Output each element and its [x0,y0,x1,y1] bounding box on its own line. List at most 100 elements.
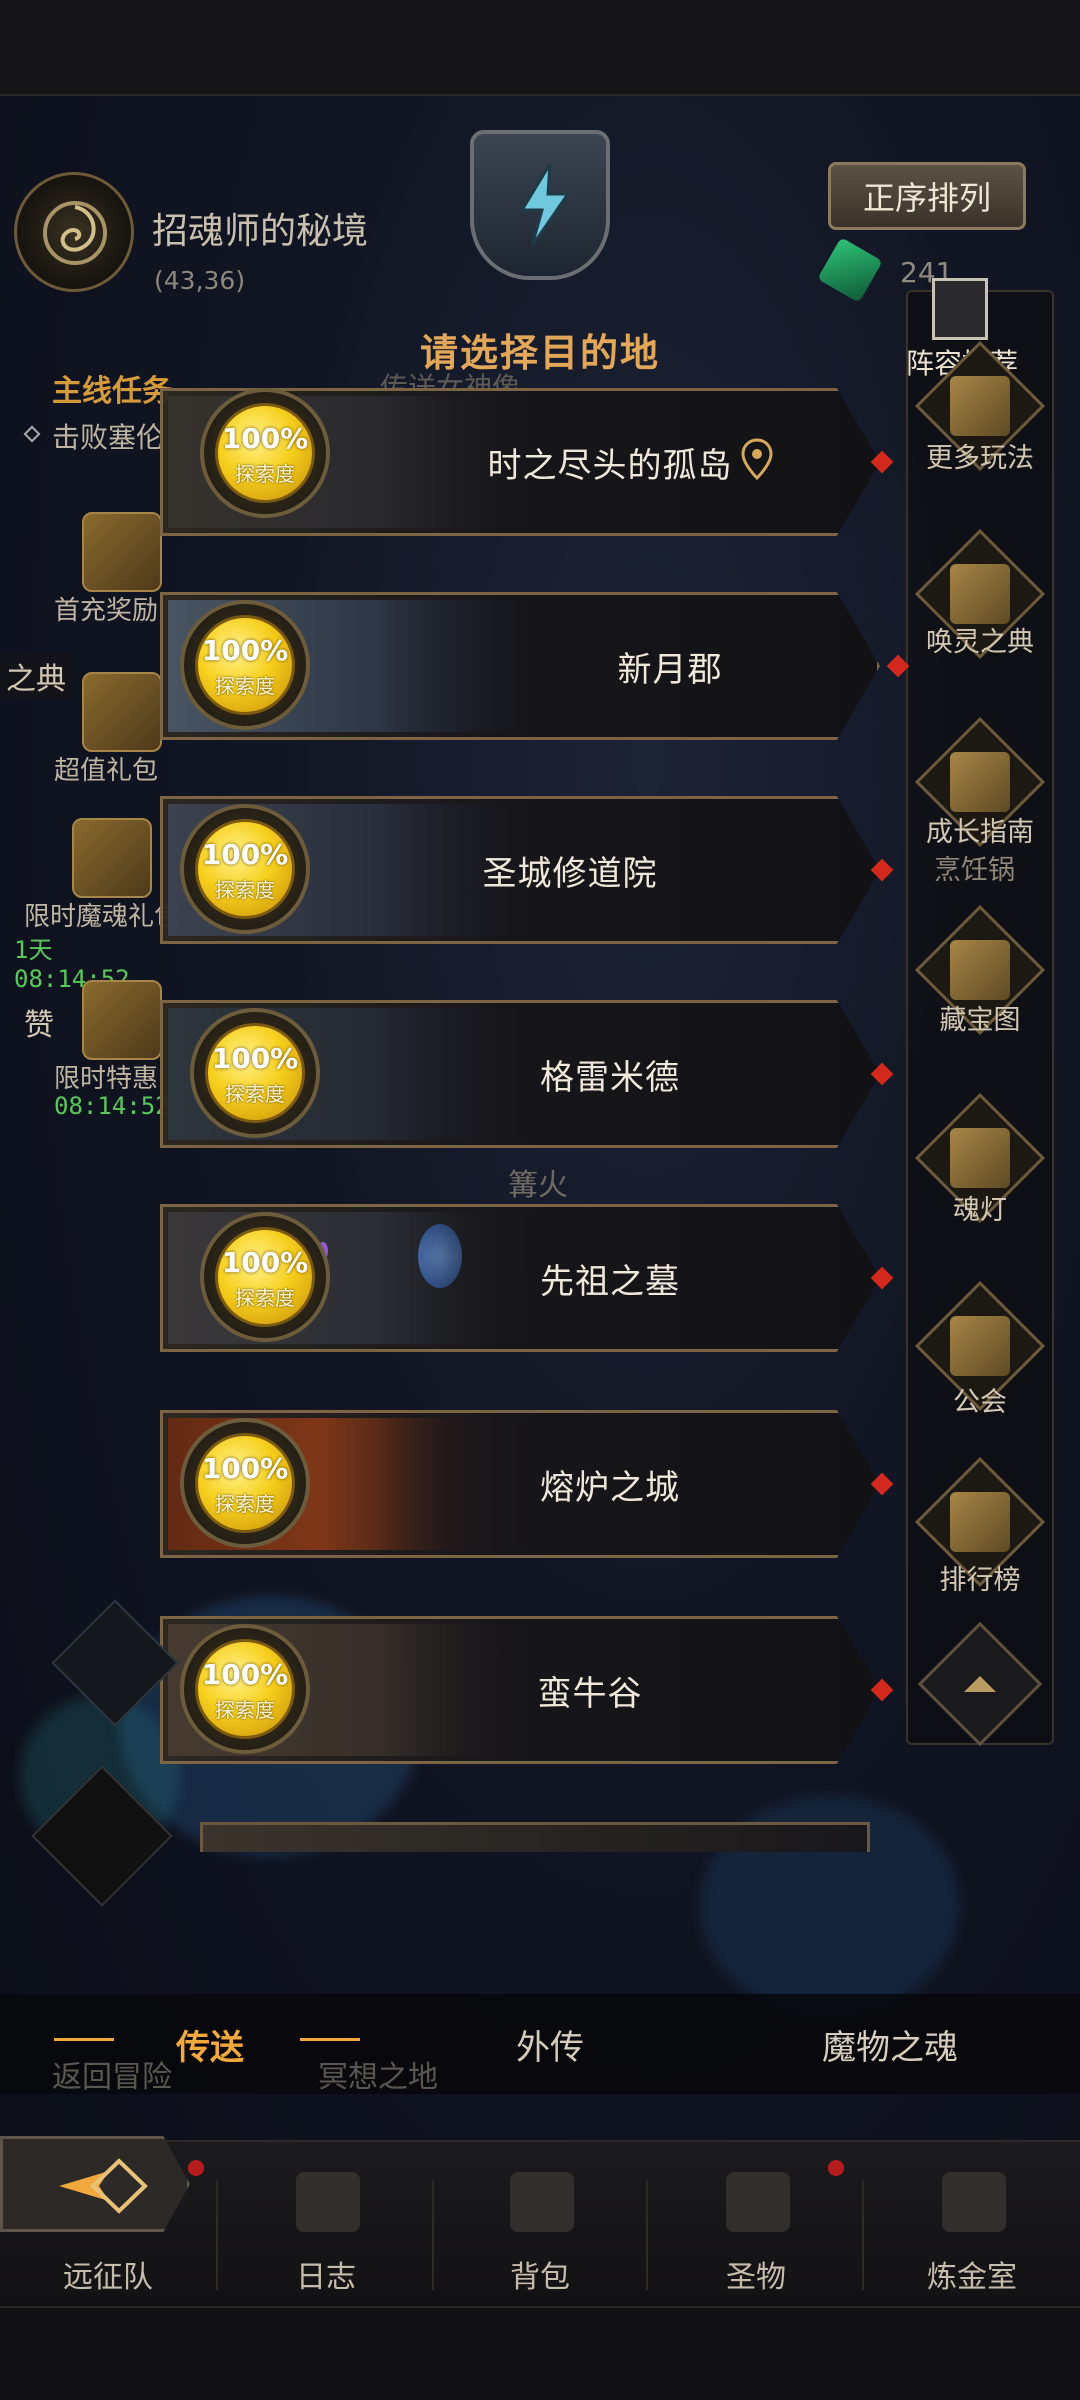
growth-guide-label: 成长指南 [926,817,1034,848]
exploration-label: 探索度 [235,1286,295,1310]
quest-bullet-icon [23,425,41,443]
treasure-map[interactable]: 藏宝图 [906,904,1054,1094]
gift-icon [950,376,1010,436]
exploration-label: 探索度 [215,1492,275,1516]
swirl-icon [43,201,107,265]
nav-relic-label: 圣物 [726,2260,786,2295]
exploration-label: 探索度 [225,1082,285,1106]
exploration-percent: 100% [211,1042,299,1075]
guild-emblem-icon [950,1316,1010,1376]
exploration-label: 探索度 [235,462,295,486]
exploration-medal: 100% 探索度 [180,1418,310,1548]
destination-item[interactable]: 蛮牛谷 100% 探索度 [160,1616,900,1764]
tab-monster-soul[interactable]: 魔物之魂 [760,1994,1020,2094]
destination-name: 熔炉之城 [540,1467,680,1508]
tab-side-story[interactable]: 外传 [430,1994,670,2094]
exploration-medal: 100% 探索度 [180,1624,310,1754]
nav-alchemy-label: 炼金室 [927,2260,1017,2295]
exploration-medal: 100% 探索度 [200,1212,330,1342]
nav-relic[interactable]: 圣物 [666,2172,846,2302]
exploration-medal: 100% 探索度 [180,600,310,730]
leaderboard[interactable]: 排行榜 [906,1456,1054,1646]
value-pack-label: 超值礼包 [54,756,159,786]
gift-chest-icon [82,512,162,592]
exploration-percent: 100% [221,422,309,455]
destination-item[interactable]: 新月郡 100% 探索度 [160,592,910,740]
book-icon [950,564,1010,624]
leaderboard-label: 排行榜 [939,1565,1021,1596]
exploration-medal: 100% 探索度 [190,1008,320,1138]
chevron-up-icon [964,1676,996,1692]
tab-ornament-right-icon [300,2038,360,2050]
guild[interactable]: 公会 [906,1280,1054,1470]
destination-item[interactable]: 先祖之墓 100% 探索度 [160,1204,900,1352]
dialog-title: 请选择目的地 [420,331,661,375]
cooking-pot-label: 烹饪锅 [934,855,1015,886]
tab-teleport[interactable]: 传送 [120,1994,300,2094]
soul-lamp-label: 魂灯 [953,1195,1007,1226]
gift-box-icon [82,980,162,1060]
nav-journal-label: 日志 [296,2260,356,2295]
exploration-medal: 100% 探索度 [180,804,310,934]
region-coordinates: (43,36) [154,266,246,295]
location-pin-icon [740,438,774,486]
lamp-icon [950,1128,1010,1188]
nav-alert-dot [828,2160,844,2176]
nav-backpack[interactable]: 背包 [450,2172,630,2302]
guild-label: 公会 [953,1387,1007,1418]
limited-soul-pack[interactable]: 限时魔魂礼包 1天 08:14:52 [10,818,180,993]
soul-lamp[interactable]: 魂灯 [906,1092,1054,1282]
lightning-icon [519,163,571,247]
destination-name: 圣城修道院 [482,853,658,894]
nav-expedition-label: 远征队 [63,2260,153,2295]
destination-item-partial[interactable] [200,1822,870,1852]
nav-divider [646,2180,648,2290]
destination-name: 格雷米德 [540,1057,680,1098]
destination-item[interactable]: 圣城修道院 100% 探索度 [160,796,900,944]
destination-name: 新月郡 [617,649,723,690]
region-info[interactable]: 招魂师的秘境 (43,36) [0,160,420,300]
nav-alchemy[interactable]: 炼金室 [882,2172,1062,2302]
destination-item[interactable]: 格雷米德 100% 探索度 [160,1000,900,1148]
exploration-label: 探索度 [215,674,275,698]
exploration-percent: 100% [201,838,289,871]
growth-guide[interactable]: 成长指南 烹饪锅 [906,716,1054,906]
nav-backpack-label: 背包 [510,2260,570,2295]
alchemy-icon [942,2172,1006,2232]
nav-expedition[interactable]: 远征队 [18,2172,198,2302]
quest-title: 主线任务 [52,374,172,409]
trophy-icon [950,1492,1010,1552]
limited-offer-timer: 08:14:52 [54,1092,170,1120]
system-navigation-bar [0,2306,1080,2400]
sort-order-button[interactable]: 正序排列 [828,162,1026,230]
scroll-icon [950,940,1010,1000]
summon-codex[interactable]: 唤灵之典 [906,528,1054,718]
compass-icon [950,752,1010,812]
region-name: 招魂师的秘境 [152,211,369,252]
nav-divider [216,2180,218,2290]
list-tabs: 返回冒险 冥想之地 传送 外传 魔物之魂 [0,1994,1080,2095]
destination-item[interactable]: 熔炉之城 100% 探索度 [160,1410,900,1558]
destination-name: 蛮牛谷 [537,1673,643,1714]
status-bar [0,0,1080,96]
thumbs-up-banner-icon [932,278,988,340]
gift-box-icon [82,672,162,752]
destination-item[interactable]: 时之尽头的孤岛 100% 探索度 [160,388,900,536]
quest-text: 击败塞伦 [52,421,165,454]
exploration-percent: 100% [221,1246,309,1279]
tab-underlay-meditation: 冥想之地 [318,2060,438,2095]
summon-codex-label: 唤灵之典 [926,627,1034,658]
nav-divider [862,2180,864,2290]
more-modes[interactable]: 更多玩法 [906,340,1054,530]
exploration-percent: 100% [201,1452,289,1485]
region-emblem [14,172,134,292]
relic-chalice-icon [726,2172,790,2232]
exploration-percent: 100% [201,1658,289,1691]
exploration-label: 探索度 [215,878,275,902]
nav-divider [432,2180,434,2290]
backpack-icon [510,2172,574,2232]
nav-journal[interactable]: 日志 [236,2172,416,2302]
more-modes-label: 更多玩法 [926,443,1034,474]
treasure-map-label: 藏宝图 [939,1005,1021,1036]
gift-box-icon [72,818,152,898]
